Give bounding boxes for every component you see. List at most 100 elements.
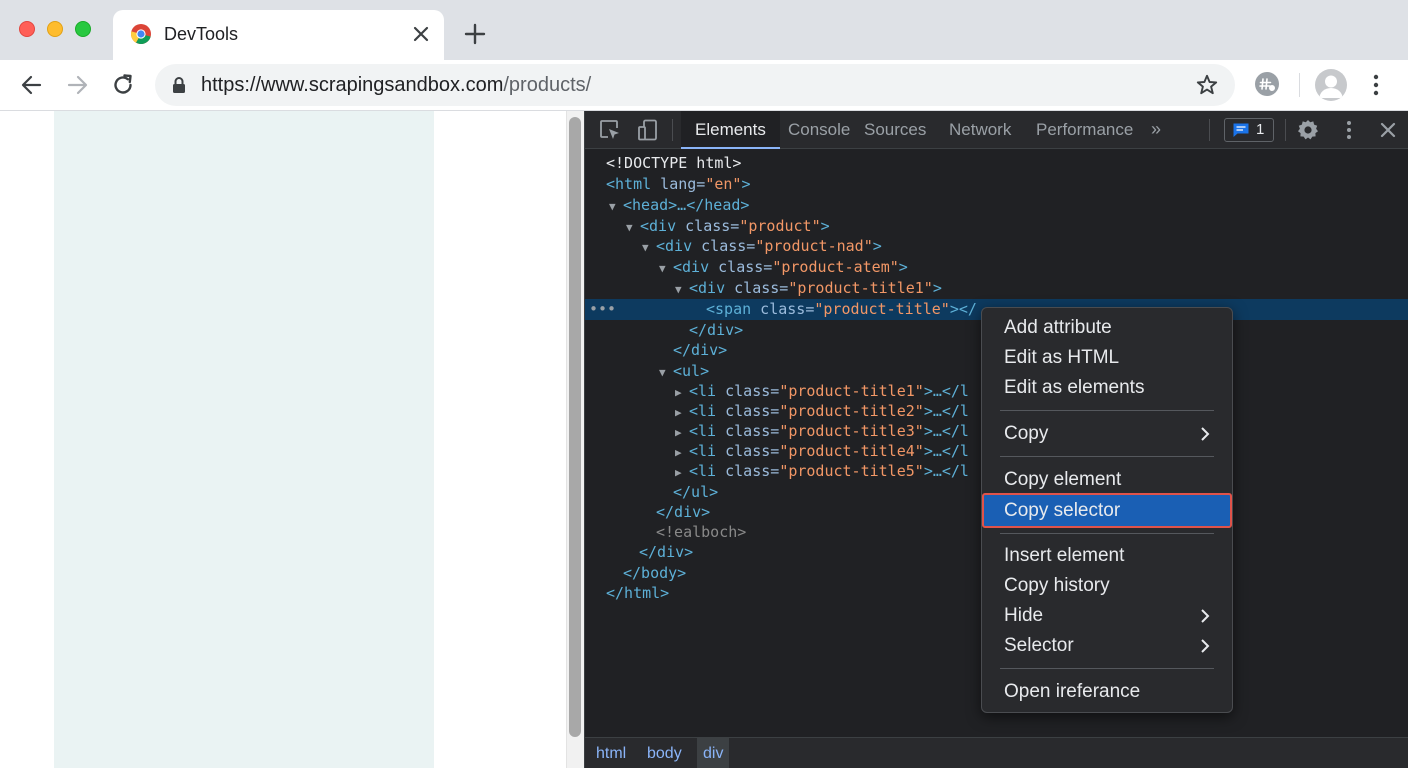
breadcrumb-body[interactable]: body xyxy=(641,738,688,768)
tab-network[interactable]: Network xyxy=(949,111,1011,149)
person-icon xyxy=(1319,75,1343,98)
class-value: "product-title1" xyxy=(779,382,924,400)
class-value: "product-title4" xyxy=(779,442,924,460)
devtools-tabbar: Elements Console Sources Network Perform… xyxy=(585,111,1408,149)
lang-attr: lang= xyxy=(651,175,706,193)
profile-avatar[interactable] xyxy=(1315,69,1347,101)
menu-item-open-ireferance[interactable]: Open ireferance xyxy=(982,677,1232,707)
html-close-tag: </html> xyxy=(606,584,670,602)
menu-item-selector[interactable]: Selector xyxy=(982,631,1232,661)
collapse-triangle[interactable]: ▶ xyxy=(675,402,689,423)
dom-node-div-product-title1[interactable]: ▼ <div class="product-title1"> xyxy=(585,278,1408,299)
forward-icon[interactable] xyxy=(63,71,91,99)
tab-title: DevTools xyxy=(164,24,239,44)
class-value: "product-atem" xyxy=(772,258,899,276)
tab-console[interactable]: Console xyxy=(788,111,850,149)
expand-triangle[interactable]: ▼ xyxy=(659,258,673,279)
menu-item-label: Add attribute xyxy=(1004,317,1112,338)
extension-icon[interactable] xyxy=(1254,71,1280,97)
expand-triangle[interactable]: ▼ xyxy=(626,217,640,238)
dom-node-div-product-nad[interactable]: ▼ <div class="product-nad"> xyxy=(585,236,1408,257)
class-attr: class= xyxy=(751,300,815,318)
dom-node-doctype[interactable]: <!DOCTYPE html> xyxy=(585,153,1408,174)
menu-item-add-attribute[interactable]: Add attribute xyxy=(982,313,1232,343)
head-tag: <head>…</head> xyxy=(623,196,750,214)
class-value: "product-title1" xyxy=(788,279,933,297)
menu-item-hide[interactable]: Hide xyxy=(982,601,1232,631)
expand-triangle[interactable]: ▼ xyxy=(675,279,689,300)
div-tag: <div xyxy=(640,217,677,235)
menu-item-insert-element[interactable]: Insert element xyxy=(982,541,1232,571)
node-actions-ellipsis[interactable]: ••• xyxy=(589,299,616,320)
class-value: "product-title5" xyxy=(779,462,924,480)
class-value: "product-nad" xyxy=(755,237,873,255)
page-viewport xyxy=(0,111,566,768)
minimize-window-button[interactable] xyxy=(47,21,63,37)
url-text[interactable]: https://www.scrapingsandbox.com/products… xyxy=(201,74,591,97)
dom-node-head[interactable]: ▼ <head>…</head> xyxy=(585,195,1408,216)
issues-badge[interactable]: 1 xyxy=(1224,118,1274,142)
back-icon[interactable] xyxy=(18,71,46,99)
close-window-button[interactable] xyxy=(19,21,35,37)
breadcrumb: html body div xyxy=(585,737,1408,768)
menu-item-label: Selector xyxy=(1004,635,1074,656)
tag-close: > xyxy=(741,175,751,193)
li-tag: <li xyxy=(689,422,717,440)
menu-item-copy-selector[interactable]: Copy selector xyxy=(982,493,1232,528)
class-attr: class= xyxy=(716,382,780,400)
menu-item-copy-element[interactable]: Copy element xyxy=(982,465,1232,495)
toolbar-separator xyxy=(1299,73,1300,97)
collapse-triangle[interactable]: ▶ xyxy=(675,442,689,463)
tab-devtools[interactable]: DevTools xyxy=(113,10,444,60)
inspect-element-icon[interactable] xyxy=(598,118,622,142)
tab-elements[interactable]: Elements xyxy=(681,111,780,149)
breadcrumb-div[interactable]: div xyxy=(697,738,730,768)
div-close-tag: </div> xyxy=(673,341,728,359)
li-end: >…</l xyxy=(923,462,969,480)
expand-triangle[interactable]: ▼ xyxy=(659,362,673,383)
div-tag: <div xyxy=(656,237,693,255)
body-close-tag: </body> xyxy=(623,564,687,582)
tab-performance[interactable]: Performance xyxy=(1036,111,1133,149)
maximize-window-button[interactable] xyxy=(75,21,91,37)
menu-item-copy[interactable]: Copy xyxy=(982,419,1232,449)
dom-node-div-product-atem[interactable]: ▼ <div class="product-atem"> xyxy=(585,257,1408,278)
address-bar[interactable]: https://www.scrapingsandbox.com/products… xyxy=(155,64,1235,106)
div-close-tag: </div> xyxy=(656,503,711,521)
close-icon[interactable] xyxy=(409,22,433,46)
page-content-panel xyxy=(54,111,434,768)
device-toolbar-icon[interactable] xyxy=(636,118,660,142)
menu-item-copy-history[interactable]: Copy history xyxy=(982,571,1232,601)
div-close-tag: </div> xyxy=(639,543,694,561)
chrome-icon xyxy=(130,24,151,45)
div-tag: <div xyxy=(673,258,710,276)
menu-item-edit-as-elements[interactable]: Edit as elements xyxy=(982,373,1232,403)
new-tab-icon[interactable] xyxy=(462,21,488,47)
page-scrollbar[interactable] xyxy=(566,111,584,768)
tab-sources[interactable]: Sources xyxy=(864,111,926,149)
bookmark-star-icon[interactable] xyxy=(1195,73,1219,97)
collapse-triangle[interactable]: ▶ xyxy=(675,422,689,443)
reload-icon[interactable] xyxy=(109,71,137,99)
more-menu-icon[interactable] xyxy=(1366,72,1386,98)
devtools-more-icon[interactable] xyxy=(1337,118,1361,142)
issues-count: 1 xyxy=(1256,121,1265,138)
expand-triangle[interactable]: ▼ xyxy=(609,196,623,217)
more-tabs-button[interactable]: » xyxy=(1151,119,1161,140)
class-value: "product-title" xyxy=(814,300,950,318)
message-icon xyxy=(1233,123,1249,137)
expand-triangle[interactable]: ▼ xyxy=(642,237,656,258)
scrollbar-thumb[interactable] xyxy=(569,117,581,737)
settings-gear-icon[interactable] xyxy=(1296,118,1320,142)
dom-node-html[interactable]: <html lang="en"> xyxy=(585,174,1408,195)
browser-toolbar: https://www.scrapingsandbox.com/products… xyxy=(0,60,1408,111)
class-attr: class= xyxy=(709,258,773,276)
collapse-triangle[interactable]: ▶ xyxy=(675,462,689,483)
class-attr: class= xyxy=(676,217,740,235)
dom-node-div-product[interactable]: ▼ <div class="product"> xyxy=(585,216,1408,237)
menu-item-edit-as-html[interactable]: Edit as HTML xyxy=(982,343,1232,373)
breadcrumb-html[interactable]: html xyxy=(590,738,632,768)
close-devtools-icon[interactable] xyxy=(1376,118,1400,142)
collapse-triangle[interactable]: ▶ xyxy=(675,382,689,403)
tab-strip: DevTools xyxy=(0,0,1408,60)
